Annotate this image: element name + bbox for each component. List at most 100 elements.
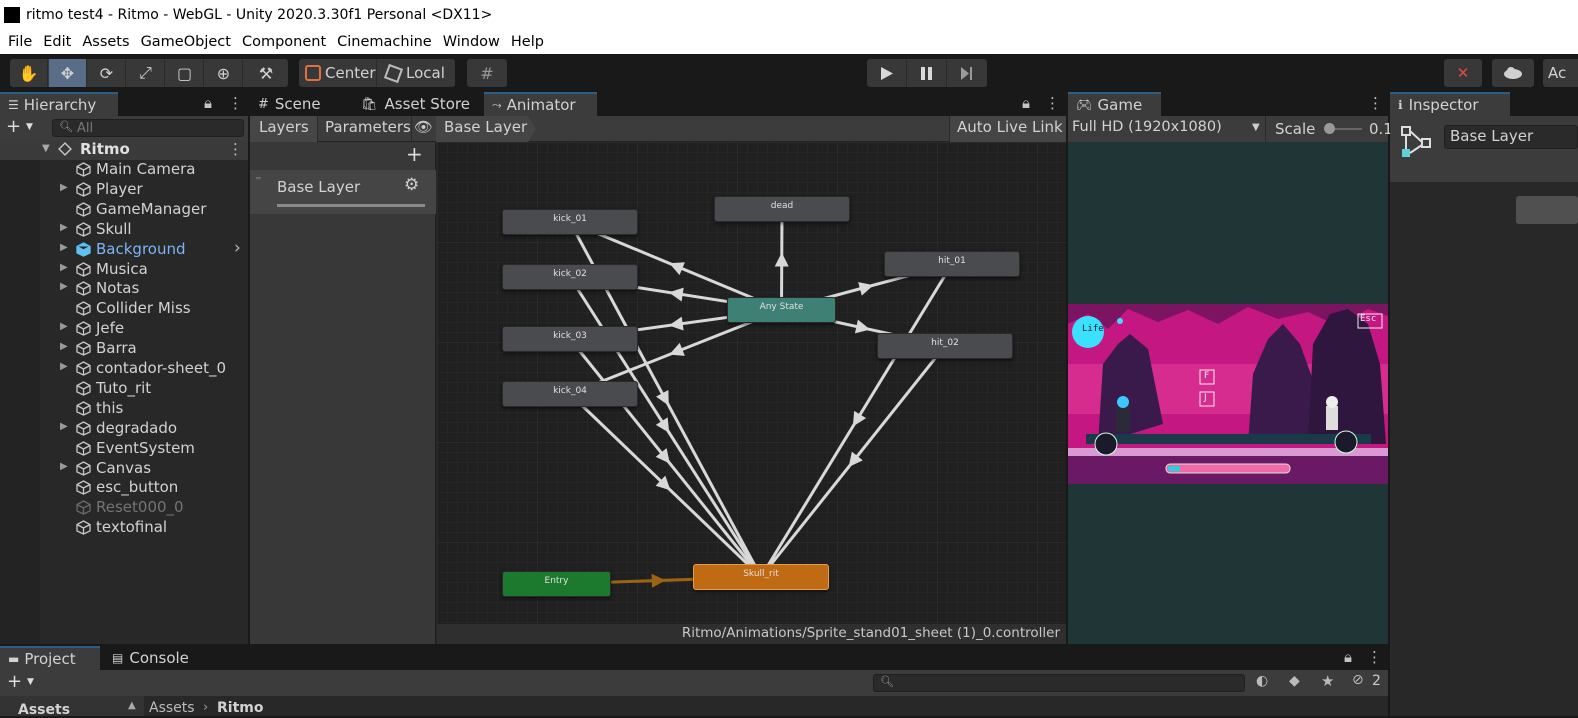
hierarchy-item[interactable]: Collider Miss <box>0 299 248 319</box>
menu-window[interactable]: Window <box>443 34 500 50</box>
tab-hierarchy[interactable]: ☰ Hierarchy <box>0 92 118 116</box>
hidden-packages-icon[interactable]: ⊘ <box>1352 672 1364 688</box>
drag-handle-icon[interactable]: ═ <box>256 174 261 183</box>
menu-assets[interactable]: Assets <box>82 34 129 50</box>
hand-tool-icon[interactable]: ✋ <box>10 59 48 87</box>
state-node-entry[interactable]: Entry <box>502 571 611 597</box>
menu-help[interactable]: Help <box>511 34 544 50</box>
expand-arrow-icon[interactable]: ▶ <box>60 242 68 253</box>
state-node-kick-03[interactable]: kick_03 <box>502 326 638 352</box>
state-node-hit-02[interactable]: hit_02 <box>877 333 1013 359</box>
hierarchy-item[interactable]: Reset000_0 <box>0 498 248 518</box>
animator-lock-icon[interactable]: 🔒︎ <box>1022 94 1030 112</box>
hierarchy-item[interactable]: textofinal <box>0 518 248 538</box>
move-tool-icon[interactable]: ✥ <box>49 59 87 87</box>
eye-icon[interactable]: 👁︎ <box>414 118 433 136</box>
menu-component[interactable]: Component <box>242 34 326 50</box>
hierarchy-item[interactable]: ▶ Skull <box>0 220 248 240</box>
prefab-open-chevron-icon[interactable]: › <box>234 238 241 258</box>
expand-arrow-icon[interactable]: ▶ <box>60 222 68 233</box>
menu-file[interactable]: File <box>8 34 32 50</box>
custom-tool-icon[interactable]: ⚒ <box>244 59 288 87</box>
breadcrumb[interactable]: Base Layer <box>436 116 536 142</box>
hierarchy-item[interactable]: ▶ Jefe <box>0 319 248 339</box>
expand-arrow-icon[interactable]: ▶ <box>60 341 68 352</box>
hierarchy-item[interactable]: ▶ contador-sheet_0 <box>0 359 248 379</box>
account-button[interactable]: Ac <box>1543 59 1578 87</box>
state-node-skull[interactable]: Skull_rit <box>693 564 829 590</box>
pivot-local-button[interactable]: Local <box>378 59 455 87</box>
hierarchy-item[interactable]: Tuto_rit <box>0 379 248 399</box>
inspector-button[interactable] <box>1516 196 1578 224</box>
esc-hud-button[interactable]: Esc <box>1360 314 1376 324</box>
expand-arrow-icon[interactable]: ▶ <box>60 281 68 292</box>
menu-cinemachine[interactable]: Cinemachine <box>337 34 432 50</box>
scene-menu-icon[interactable]: ⋮ <box>228 140 243 158</box>
project-search-input[interactable]: 🔍︎ <box>873 674 1245 692</box>
search-by-label-icon[interactable]: ◆ <box>1289 673 1300 689</box>
search-by-type-icon[interactable]: ◐ <box>1256 673 1268 689</box>
scale-tool-icon[interactable]: ⤢ <box>127 59 165 87</box>
expand-arrow-icon[interactable]: ▶ <box>60 461 68 472</box>
tab-animator[interactable]: ⤳ Animator <box>484 92 597 116</box>
tab-console[interactable]: ▤ Console <box>104 646 204 670</box>
create-dropdown-icon[interactable]: ▼ <box>26 122 33 132</box>
breadcrumb-assets[interactable]: Assets <box>149 700 195 716</box>
cloud-icon[interactable] <box>1492 59 1534 87</box>
pause-icon[interactable] <box>907 59 947 87</box>
tab-scene[interactable]: # Scene <box>250 92 350 116</box>
tab-game[interactable]: 🎮︎ Game <box>1068 92 1161 116</box>
hierarchy-item[interactable]: this <box>0 399 248 419</box>
favorites-star-icon[interactable]: ★ <box>1321 672 1334 690</box>
create-icon[interactable]: + <box>6 116 21 137</box>
hierarchy-menu-icon[interactable]: ⋮ <box>228 94 243 112</box>
hierarchy-item[interactable]: ▶ Barra <box>0 339 248 359</box>
state-node-kick-01[interactable]: kick_01 <box>502 209 638 235</box>
hierarchy-item[interactable]: ▶ Musica <box>0 260 248 280</box>
grid-snap-icon[interactable]: # <box>467 59 507 87</box>
auto-live-link-button[interactable]: Auto Live Link <box>949 116 1066 142</box>
hierarchy-item[interactable]: ▶ Background › <box>0 238 248 260</box>
parameters-tab[interactable]: Parameters <box>318 116 412 142</box>
expand-arrow-icon[interactable]: ▶ <box>60 361 68 372</box>
expand-arrow-icon[interactable]: ▶ <box>60 182 68 193</box>
layer-item[interactable]: ═ Base Layer ⚙ <box>250 170 436 214</box>
breadcrumb-ritmo[interactable]: Ritmo <box>217 700 263 716</box>
resolution-dropdown[interactable]: Full HD (1920x1080) ▼ <box>1068 116 1266 142</box>
transition-arrow[interactable] <box>668 287 684 302</box>
expand-arrow-icon[interactable]: ▶ <box>60 321 68 332</box>
scene-header-row[interactable]: ▼ Ritmo ⋮ <box>0 140 248 160</box>
state-node-dead[interactable]: dead <box>714 196 850 222</box>
hierarchy-item[interactable]: EventSystem <box>0 439 248 459</box>
transition-arrow[interactable] <box>774 252 789 267</box>
hierarchy-item[interactable]: ▶ Player <box>0 180 248 200</box>
project-create-icon[interactable]: + <box>7 671 22 692</box>
hierarchy-item[interactable]: esc_button <box>0 478 248 498</box>
expand-scene-icon[interactable]: ▼ <box>42 143 50 154</box>
hierarchy-item[interactable]: ▶ degradado <box>0 419 248 439</box>
folder-tree-arrow-icon[interactable]: ▲ <box>128 700 136 711</box>
hierarchy-item[interactable]: GameManager <box>0 200 248 220</box>
game-menu-icon[interactable]: ⋮ <box>1368 94 1383 112</box>
state-machine-graph[interactable]: kick_01 kick_02 kick_03 kick_04 dead hit_01 hi… <box>437 142 1066 624</box>
state-node-kick-02[interactable]: kick_02 <box>502 264 638 290</box>
menu-gameobject[interactable]: GameObject <box>141 34 231 50</box>
hierarchy-item[interactable]: Main Camera <box>0 160 248 180</box>
rotate-tool-icon[interactable]: ⟳ <box>88 59 126 87</box>
project-lock-icon[interactable]: 🔒︎ <box>1344 648 1352 666</box>
hierarchy-item[interactable]: ▶ Canvas <box>0 459 248 479</box>
state-node-hit-01[interactable]: hit_01 <box>884 251 1020 277</box>
transition-arrow[interactable] <box>668 316 684 331</box>
animator-menu-icon[interactable]: ⋮ <box>1045 94 1060 112</box>
play-icon[interactable] <box>867 59 907 87</box>
layers-tab[interactable]: Layers <box>250 116 318 142</box>
transform-tool-icon[interactable]: ⊕ <box>205 59 243 87</box>
transition-arrow[interactable] <box>858 282 874 296</box>
collab-error-icon[interactable]: ✕ <box>1444 59 1482 87</box>
transition-arrow[interactable] <box>854 319 871 334</box>
hierarchy-item[interactable]: ▶ Notas <box>0 279 248 299</box>
pivot-center-button[interactable]: Center <box>299 59 377 87</box>
tab-inspector[interactable]: ℹ Inspector <box>1390 92 1510 116</box>
layer-settings-gear-icon[interactable]: ⚙ <box>404 175 419 195</box>
add-layer-icon[interactable]: + <box>406 142 423 166</box>
